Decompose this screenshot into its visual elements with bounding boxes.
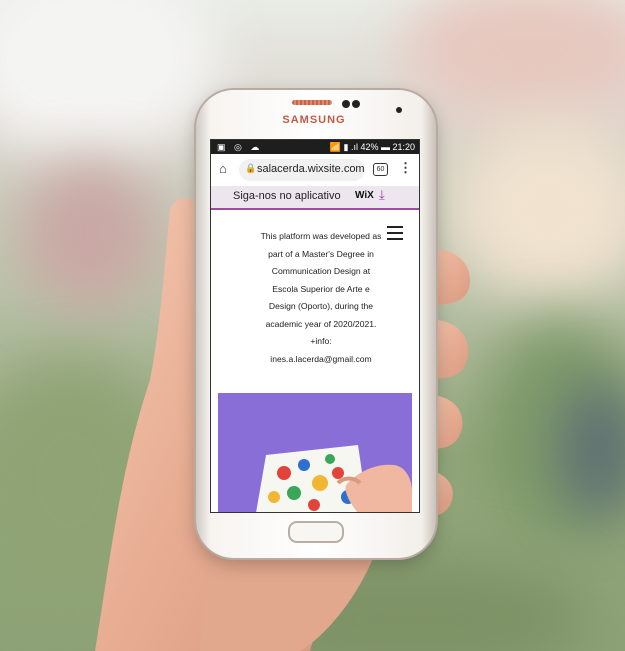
description-line: Escola Superior de Arte e [272, 283, 370, 294]
description-line: part of a Master's Degree in [268, 248, 374, 259]
page-description: This platform was developed as part of a… [251, 228, 391, 368]
download-icon[interactable]: ⤓ [379, 187, 385, 203]
address-bar[interactable]: 🔒 salacerda.wixsite.com [239, 159, 365, 181]
description-line: academic year of 2020/2021. [265, 318, 377, 329]
more-vert-icon[interactable]: ⋮ [399, 160, 412, 176]
hamburger-icon[interactable] [387, 226, 403, 240]
app-banner-text: Siga-nos no aplicativo [233, 190, 341, 202]
wix-logo: WiX [355, 190, 374, 201]
phone-brand-logo: SAMSUNG [282, 114, 346, 126]
lock-icon: 🔒 [245, 163, 257, 173]
description-line: Communication Design at [271, 266, 371, 276]
tabs-counter-icon[interactable]: 60 [373, 163, 388, 176]
app-banner[interactable]: Siga-nos no aplicativo WiX ⤓ [211, 186, 419, 210]
status-notification-icons: ▣ ◎ ☁ [217, 142, 263, 152]
description-line: +info: [310, 336, 332, 346]
description-line: Design (Oporto), during the [268, 301, 374, 311]
front-sensor-icon [352, 100, 360, 108]
phone-screen: ▣ ◎ ☁ 📶 ▮ .ıl 42% ▬ 21:20 ⌂ 🔒 salacerda.… [210, 139, 420, 513]
url-text[interactable]: salacerda.wixsite.com [257, 163, 365, 175]
front-camera-icon [342, 100, 350, 108]
status-indicators: 📶 ▮ .ıl 42% ▬ 21:20 [329, 142, 415, 152]
artwork-illustration [256, 445, 412, 512]
description-line: This platform was developed as [260, 231, 382, 241]
earpiece-speaker [292, 100, 332, 105]
browser-toolbar: ⌂ 🔒 salacerda.wixsite.com 60 ⋮ [211, 154, 419, 186]
artwork-image [218, 393, 412, 512]
status-bar: ▣ ◎ ☁ 📶 ▮ .ıl 42% ▬ 21:20 [211, 140, 419, 154]
phone-home-button[interactable] [288, 521, 344, 543]
contact-email-link[interactable]: ines.a.lacerda@gmail.com [251, 351, 391, 369]
proximity-sensor-icon [396, 107, 402, 113]
home-icon[interactable]: ⌂ [219, 161, 227, 176]
